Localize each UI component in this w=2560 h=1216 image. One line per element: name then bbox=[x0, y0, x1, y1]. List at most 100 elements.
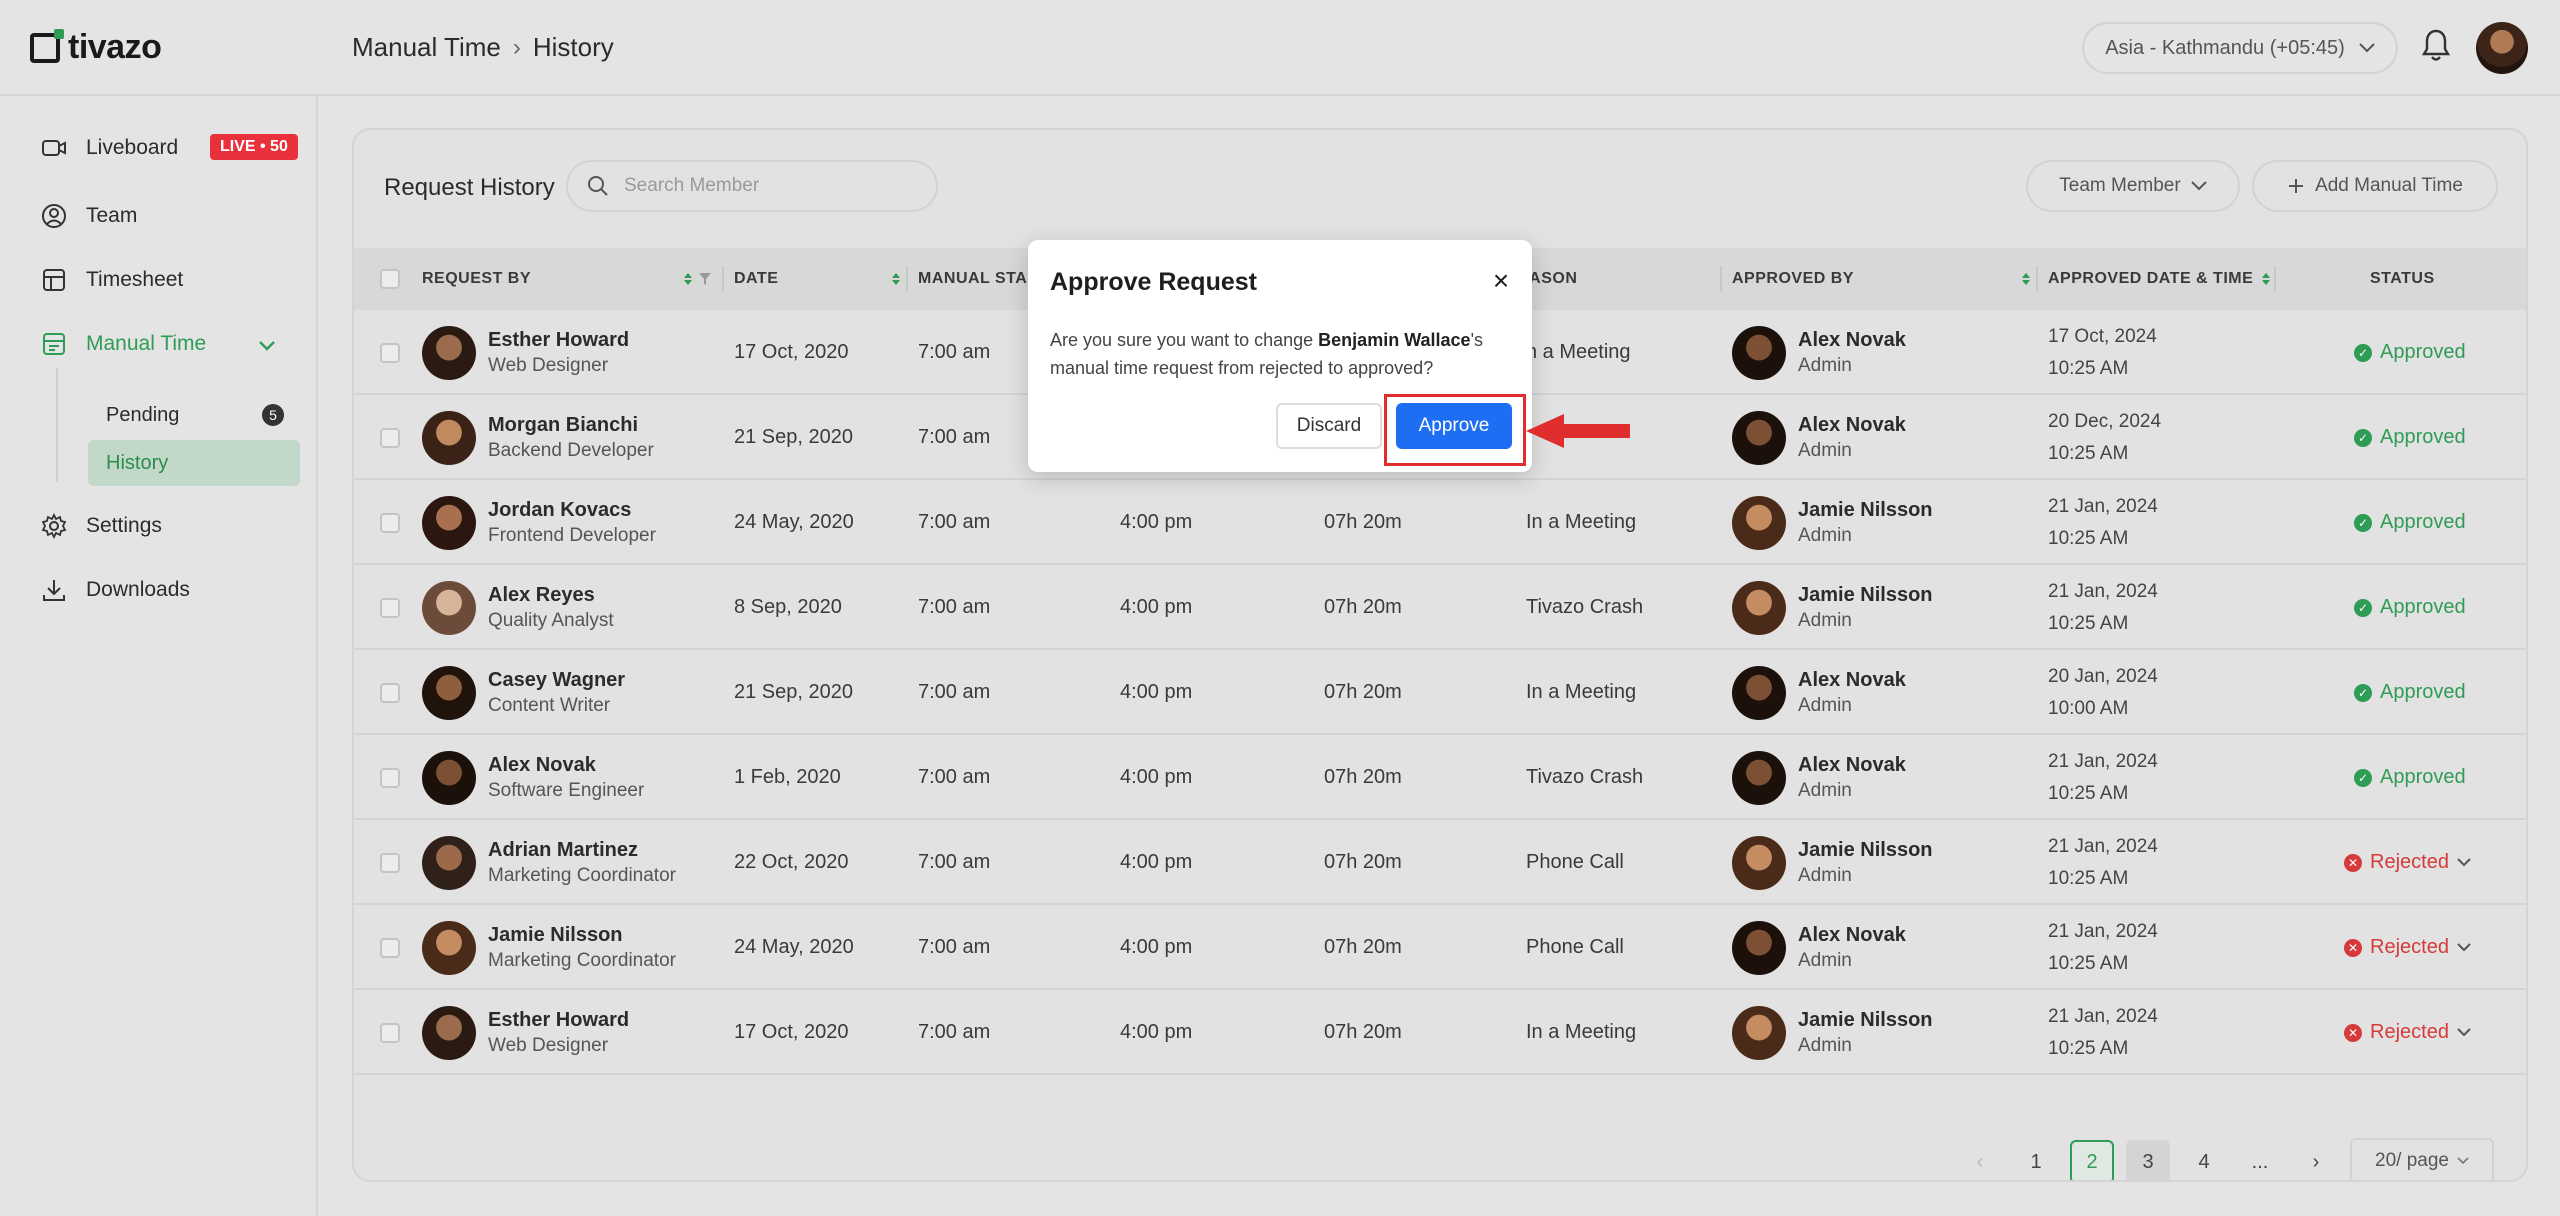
add-manual-time-button[interactable]: Add Manual Time bbox=[2252, 160, 2498, 212]
table-row[interactable]: Adrian Martinez Marketing Coordinator 22… bbox=[354, 820, 2526, 905]
status-badge[interactable]: ✕ Rejected bbox=[2344, 1021, 2471, 1044]
member-role: Frontend Developer bbox=[488, 524, 656, 546]
member-role: Software Engineer bbox=[488, 779, 645, 801]
end-time-cell: 4:00 pm bbox=[1120, 511, 1193, 533]
page-size-select[interactable]: 20/ page bbox=[2350, 1138, 2494, 1180]
column-header-manual-start[interactable]: MANUAL STAR bbox=[918, 248, 1039, 310]
column-header-status[interactable]: STATUS bbox=[2370, 248, 2435, 310]
row-checkbox[interactable] bbox=[380, 395, 400, 480]
reason-cell: Phone Call bbox=[1526, 936, 1624, 958]
request-by-cell: Morgan Bianchi Backend Developer bbox=[422, 395, 654, 480]
request-by-cell: Alex Reyes Quality Analyst bbox=[422, 565, 614, 650]
prev-page-button[interactable]: ‹ bbox=[1958, 1140, 2002, 1180]
sidebar-subitem-pending[interactable]: Pending 5 bbox=[88, 392, 300, 438]
approver-role: Admin bbox=[1798, 609, 1852, 631]
sidebar-item-label: Downloads bbox=[86, 578, 190, 601]
column-divider bbox=[906, 266, 908, 292]
sort-icon[interactable] bbox=[884, 248, 900, 310]
column-header-request-by[interactable]: REQUEST BY bbox=[422, 248, 531, 310]
table-row[interactable]: Esther Howard Web Designer 17 Oct, 2020 … bbox=[354, 990, 2526, 1075]
page-3-button[interactable]: 3 bbox=[2126, 1140, 2170, 1180]
sidebar-subitem-label: Pending bbox=[106, 403, 180, 426]
status-badge[interactable]: ✕ Rejected bbox=[2344, 936, 2471, 959]
sort-icon[interactable] bbox=[676, 248, 692, 310]
chevron-down-icon[interactable] bbox=[258, 340, 276, 352]
sidebar-item-team[interactable]: Team bbox=[40, 196, 137, 236]
sidebar-item-label: Timesheet bbox=[86, 268, 184, 291]
discard-button[interactable]: Discard bbox=[1276, 403, 1382, 449]
status-cell[interactable]: ✕ Rejected bbox=[2344, 990, 2471, 1075]
page-4-button[interactable]: 4 bbox=[2182, 1140, 2226, 1180]
row-checkbox[interactable] bbox=[380, 735, 400, 820]
status-badge[interactable]: ✕ Rejected bbox=[2344, 851, 2471, 874]
chevron-down-icon bbox=[2457, 1157, 2469, 1165]
check-circle-icon: ✓ bbox=[2354, 513, 2372, 532]
sidebar-item-settings[interactable]: Settings bbox=[40, 506, 162, 546]
row-checkbox[interactable] bbox=[380, 990, 400, 1075]
start-time-cell: 7:00 am bbox=[918, 341, 991, 363]
table-row[interactable]: Jordan Kovacs Frontend Developer 24 May,… bbox=[354, 480, 2526, 565]
bell-icon[interactable] bbox=[2420, 28, 2452, 64]
filter-icon[interactable] bbox=[698, 272, 712, 286]
avatar bbox=[422, 665, 476, 720]
member-name: Morgan Bianchi bbox=[488, 413, 639, 436]
logo[interactable]: tivazo bbox=[30, 28, 162, 67]
date-cell: 1 Feb, 2020 bbox=[734, 766, 841, 788]
chevron-down-icon bbox=[2457, 1028, 2471, 1037]
sort-icon[interactable] bbox=[2254, 248, 2270, 310]
approved-time: 10:25 AM bbox=[2048, 612, 2129, 634]
approved-time: 10:25 AM bbox=[2048, 527, 2129, 549]
row-checkbox[interactable] bbox=[380, 480, 400, 565]
row-checkbox[interactable] bbox=[380, 820, 400, 905]
approver-name: Jamie Nilsson bbox=[1798, 498, 1933, 521]
table-row[interactable]: Alex Novak Software Engineer 1 Feb, 2020… bbox=[354, 735, 2526, 820]
approver-name: Alex Novak bbox=[1798, 413, 1906, 436]
approved-datetime-cell: 17 Oct, 2024 10:25 AM bbox=[2048, 310, 2157, 395]
table-row[interactable]: Casey Wagner Content Writer 21 Sep, 2020… bbox=[354, 650, 2526, 735]
approved-by-cell: Alex Novak Admin bbox=[1732, 905, 1906, 990]
end-time-cell: 4:00 pm bbox=[1120, 596, 1193, 618]
row-checkbox[interactable] bbox=[380, 310, 400, 395]
column-header-approved-date[interactable]: APPROVED DATE & TIME bbox=[2048, 248, 2253, 310]
status-cell[interactable]: ✕ Rejected bbox=[2344, 820, 2471, 905]
sort-icon[interactable] bbox=[2014, 248, 2030, 310]
select-all-checkbox[interactable] bbox=[380, 248, 400, 310]
team-member-filter[interactable]: Team Member bbox=[2026, 160, 2240, 212]
row-checkbox[interactable] bbox=[380, 905, 400, 990]
member-name: Jamie Nilsson bbox=[488, 923, 623, 946]
sidebar-item-timesheet[interactable]: Timesheet bbox=[40, 260, 183, 300]
sidebar-item-manual-time[interactable]: Manual Time bbox=[40, 324, 206, 364]
row-checkbox[interactable] bbox=[380, 650, 400, 735]
x-circle-icon: ✕ bbox=[2344, 853, 2362, 872]
sidebar-item-downloads[interactable]: Downloads bbox=[40, 570, 190, 610]
approved-date: 21 Jan, 2024 bbox=[2048, 920, 2158, 942]
live-badge: LIVE • 50 bbox=[210, 134, 298, 160]
sidebar-subitem-history[interactable]: History bbox=[88, 440, 300, 486]
x-circle-icon: ✕ bbox=[2344, 938, 2362, 957]
member-role: Marketing Coordinator bbox=[488, 864, 676, 886]
status-label: Approved bbox=[2380, 681, 2466, 703]
user-avatar[interactable] bbox=[2476, 22, 2528, 74]
page-ellipsis[interactable]: ... bbox=[2238, 1140, 2282, 1180]
approver-role: Admin bbox=[1798, 524, 1852, 546]
next-page-button[interactable]: › bbox=[2294, 1140, 2338, 1180]
breadcrumb-manual-time[interactable]: Manual Time bbox=[352, 32, 501, 63]
approved-by-cell: Jamie Nilsson Admin bbox=[1732, 820, 1933, 905]
timezone-select[interactable]: Asia - Kathmandu (+05:45) bbox=[2082, 22, 2398, 74]
approver-role: Admin bbox=[1798, 354, 1852, 376]
approved-datetime-cell: 20 Jan, 2024 10:00 AM bbox=[2048, 650, 2158, 735]
approver-name: Alex Novak bbox=[1798, 923, 1906, 946]
sidebar-item-liveboard[interactable]: Liveboard bbox=[40, 128, 178, 168]
row-checkbox[interactable] bbox=[380, 565, 400, 650]
table-row[interactable]: Alex Reyes Quality Analyst 8 Sep, 2020 7… bbox=[354, 565, 2526, 650]
sidebar-item-label: Settings bbox=[86, 514, 162, 537]
status-cell[interactable]: ✕ Rejected bbox=[2344, 905, 2471, 990]
column-header-date[interactable]: DATE bbox=[734, 248, 778, 310]
search-input[interactable]: Search Member bbox=[566, 160, 938, 212]
column-header-approved-by[interactable]: APPROVED BY bbox=[1732, 248, 1854, 310]
page-2-button[interactable]: 2 bbox=[2070, 1140, 2114, 1180]
close-icon[interactable]: × bbox=[1488, 267, 1514, 295]
table-row[interactable]: Jamie Nilsson Marketing Coordinator 24 M… bbox=[354, 905, 2526, 990]
member-name: Esther Howard bbox=[488, 328, 630, 351]
page-1-button[interactable]: 1 bbox=[2014, 1140, 2058, 1180]
